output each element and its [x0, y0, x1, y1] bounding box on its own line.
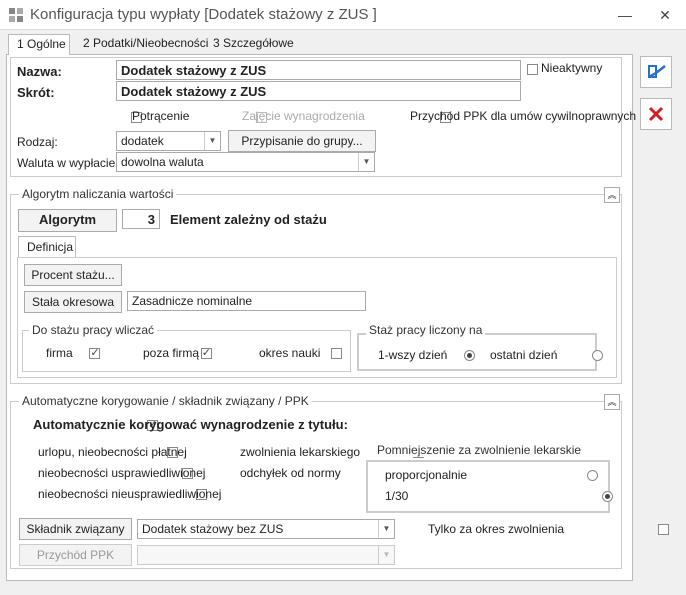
currency-value: dowolna waluta: [121, 155, 204, 169]
collapse-algorithm-icon[interactable]: ︽: [604, 187, 620, 203]
related-component-select[interactable]: Dodatek stażowy bez ZUS ▼: [137, 519, 395, 539]
ppk-civil-label: Przychód PPK dla umów cywilnoprawnych: [410, 109, 637, 123]
counted-last-radio[interactable]: [591, 350, 603, 361]
constant-input[interactable]: Zasadnicze nominalne: [127, 291, 366, 311]
counted-last-label: ostatni dzień: [490, 348, 558, 362]
deviation-label: odchyłek od normy: [240, 466, 341, 480]
related-component-value: Dodatek stażowy bez ZUS: [142, 522, 284, 536]
counted-group-title: Staż pracy liczony na: [366, 323, 486, 337]
seniority-outside-checkbox[interactable]: [200, 346, 212, 359]
seniority-study-checkbox[interactable]: [331, 348, 343, 359]
algorithm-description: Element zależny od stażu: [170, 212, 327, 227]
auto-section-title: Automatyczne korygowanie / składnik zwią…: [19, 394, 312, 408]
related-component-button[interactable]: Składnik związany: [19, 518, 132, 540]
reduction-group-title: Pomniejszenie za zwolnienie lekarskie: [374, 443, 585, 457]
algorithm-button[interactable]: Algorytm: [18, 209, 117, 232]
ppk-income-select: ▼: [137, 545, 395, 565]
seniority-company-label: firma: [46, 346, 73, 360]
type-value: dodatek: [121, 134, 164, 148]
algorithm-number[interactable]: 3: [122, 209, 160, 229]
sick-leave-label: zwolnienia lekarskiego: [240, 445, 361, 459]
short-input[interactable]: Dodatek stażowy z ZUS: [116, 81, 521, 101]
currency-label: Waluta w wypłacie:: [17, 156, 119, 170]
percent-button[interactable]: Procent stażu...: [24, 264, 122, 286]
save-button[interactable]: [640, 56, 672, 88]
tab-details[interactable]: 3 Szczegółowe: [205, 34, 302, 54]
one-thirtieth-label: 1/30: [385, 489, 409, 503]
counted-first-label: 1-wszy dzień: [378, 348, 448, 362]
title-bar: Konfiguracja typu wypłaty [Dodatek stażo…: [0, 0, 686, 30]
chevron-down-icon[interactable]: ▼: [358, 153, 374, 171]
collapse-auto-icon[interactable]: ︽: [604, 394, 620, 410]
ppk-income-button: Przychód PPK: [19, 544, 132, 566]
seniority-study-label: okres nauki: [259, 346, 321, 360]
type-select[interactable]: dodatek ▼: [116, 131, 221, 151]
short-label: Skrót:: [17, 85, 55, 100]
minimize-button[interactable]: —: [612, 4, 638, 26]
absence-unexcused-label: nieobecności nieusprawiedliwionej: [38, 487, 222, 501]
deduction-label: Potrącenie: [132, 109, 190, 123]
chevron-down-icon: ▼: [378, 546, 394, 564]
inactive-checkbox[interactable]: [527, 64, 538, 75]
only-leave-label: Tylko za okres zwolnienia: [428, 522, 565, 536]
save-icon: [648, 65, 666, 79]
name-label: Nazwa:: [17, 64, 62, 79]
seniority-group-title: Do stażu pracy wliczać: [29, 323, 158, 337]
app-icon: [9, 8, 23, 22]
assign-group-button[interactable]: Przypisanie do grupy...: [228, 130, 376, 152]
only-leave-checkbox[interactable]: [657, 524, 669, 535]
chevron-down-icon[interactable]: ▼: [378, 520, 394, 538]
seniority-company-checkbox[interactable]: [89, 346, 101, 359]
name-input[interactable]: Dodatek stażowy z ZUS: [116, 60, 521, 80]
tab-general[interactable]: 1 Ogólne: [8, 34, 70, 55]
tab-taxes-absences[interactable]: 2 Podatki/Nieobecności: [75, 34, 216, 54]
proportional-label: proporcjonalnie: [385, 468, 468, 482]
algorithm-section-title: Algorytm naliczania wartości: [19, 187, 177, 201]
close-button[interactable]: ✕: [652, 4, 678, 26]
constant-button[interactable]: Stała okresowa: [24, 291, 122, 313]
cancel-button[interactable]: [640, 98, 672, 130]
one-thirtieth-radio[interactable]: [601, 491, 613, 502]
type-label: Rodzaj:: [17, 135, 58, 149]
seniority-outside-label: poza firmą: [143, 346, 200, 360]
auto-correct-label: Automatycznie korygować wynagrodzenie z …: [33, 417, 348, 432]
window-title: Konfiguracja typu wypłaty [Dodatek stażo…: [30, 6, 377, 23]
chevron-down-icon[interactable]: ▼: [204, 132, 220, 150]
inactive-label: Nieaktywny: [541, 61, 603, 75]
salary-seizure-label: Zajęcie wynagrodzenia: [242, 109, 365, 123]
tab-definition[interactable]: Definicja: [18, 236, 76, 257]
cancel-icon: [648, 106, 664, 122]
leave-paid-label: urlopu, nieobecności płatnej: [38, 445, 187, 459]
currency-select[interactable]: dowolna waluta ▼: [116, 152, 375, 172]
absence-excused-label: nieobecności usprawiedliwionej: [38, 466, 206, 480]
